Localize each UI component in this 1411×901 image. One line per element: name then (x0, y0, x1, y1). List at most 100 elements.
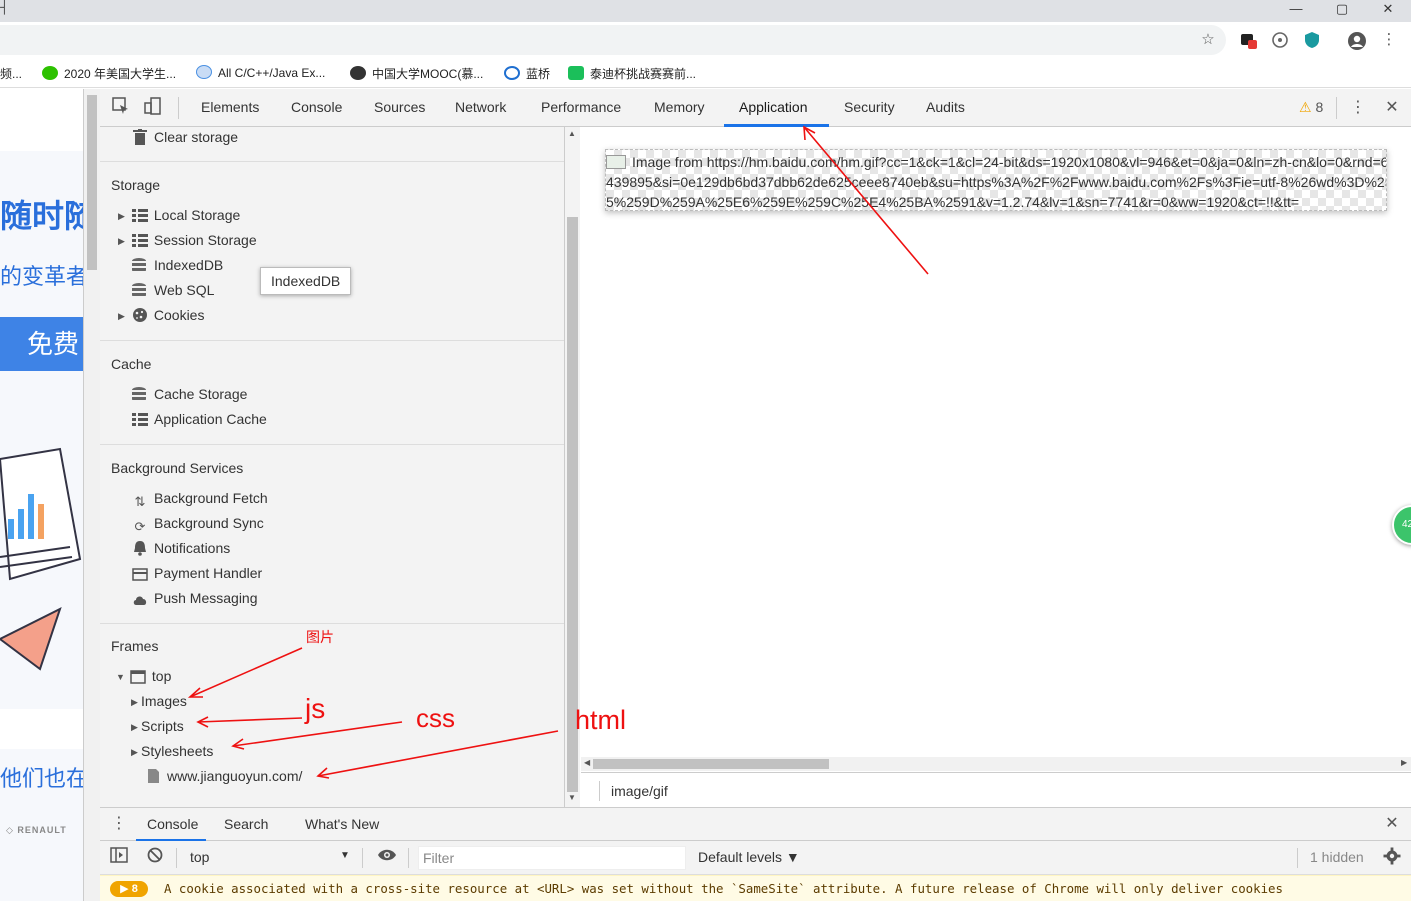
sidebar-item-web-sql[interactable]: Web SQL (132, 280, 214, 300)
drawer-tab-console[interactable]: Console (147, 816, 198, 832)
warning-text: A cookie associated with a cross-site re… (164, 881, 1283, 896)
shield-extension-icon[interactable] (1303, 31, 1321, 49)
frame-top[interactable]: ▼ top (116, 666, 171, 686)
credit-card-icon (132, 568, 148, 584)
maximize-button[interactable]: ▢ (1319, 0, 1365, 22)
inspect-element-icon[interactable] (110, 97, 132, 119)
bookmark-item[interactable]: 中国大学MOOC(慕... (350, 65, 483, 82)
tab-network[interactable]: Network (455, 99, 506, 115)
bookmark-item[interactable]: All C/C++/Java Ex... (196, 65, 325, 80)
preview-horizontal-scrollbar[interactable]: ◀ ▶ (581, 757, 1411, 771)
tab-sources[interactable]: Sources (374, 99, 425, 115)
bookmark-item[interactable]: 泰迪杯挑战赛赛前... (568, 65, 696, 82)
site-cta-button[interactable]: 免费 (0, 317, 83, 371)
close-drawer-icon[interactable]: ✕ (1381, 813, 1403, 835)
devtools-menu-icon[interactable]: ⋮ (1347, 97, 1369, 119)
console-settings-gear-icon[interactable] (1381, 847, 1403, 869)
mime-type: image/gif (611, 783, 668, 799)
clear-storage-item[interactable]: Clear storage (132, 127, 238, 147)
page-scrollbar-thumb[interactable] (87, 95, 97, 270)
up-down-arrows-icon: ⇅ (134, 494, 146, 509)
bookmark-item[interactable]: 蓝桥 (504, 65, 550, 82)
toolbar-divider (408, 848, 409, 868)
titlebar-edge-glyph: ┤ (0, 0, 9, 14)
sidebar-toggle-icon[interactable] (108, 847, 130, 869)
sidebar-item-session-storage[interactable]: ▶ Session Storage (118, 230, 257, 250)
sidebar-item-payment-handler[interactable]: Payment Handler (132, 563, 262, 583)
scroll-left-arrow-icon[interactable]: ◀ (584, 758, 590, 767)
background-services-title: Background Services (111, 460, 244, 476)
wechat-icon (42, 66, 58, 80)
frame-child-stylesheets[interactable]: ▶ Stylesheets (131, 741, 213, 761)
devtools-panel: Elements Console Sources Network Perform… (83, 89, 1411, 901)
sidebar-item-local-storage[interactable]: ▶ Local Storage (118, 205, 240, 225)
cookie-icon (132, 307, 148, 323)
sidebar-item-indexeddb[interactable]: IndexedDB (132, 255, 223, 275)
section-divider (100, 444, 564, 445)
frame-document[interactable]: www.jianguoyun.com/ (145, 766, 302, 786)
sidebar-item-cookies[interactable]: ▶ Cookies (118, 305, 204, 325)
context-selector[interactable]: top ▼ (190, 849, 350, 865)
expand-triangle-icon: ▶ (118, 236, 125, 246)
tab-application[interactable]: Application (739, 99, 808, 115)
expand-triangle-icon: ▶ (131, 747, 138, 757)
address-bar[interactable] (0, 25, 1226, 55)
lanqiao-icon (504, 66, 520, 80)
grid-icon (131, 234, 148, 247)
annotation-css: css (416, 703, 455, 733)
star-bookmark-icon[interactable]: ☆ (1199, 31, 1217, 49)
frame-icon (130, 670, 146, 686)
frame-child-scripts[interactable]: ▶ Scripts (131, 716, 184, 736)
console-filter-input[interactable]: Filter (418, 846, 686, 870)
drawer-tabbar: ⋮ Console Search What's New ✕ (100, 807, 1411, 842)
website-viewport: 随时随 的变革者 免费 他们也在 ◇ RENAULT (0, 89, 83, 901)
tab-elements[interactable]: Elements (201, 99, 259, 115)
warnings-counter[interactable]: ⚠ 8 (1299, 99, 1323, 116)
scroll-down-arrow-icon[interactable]: ▼ (568, 793, 576, 802)
sidebar-item-background-sync[interactable]: ⟳ Background Sync (132, 513, 264, 534)
page-scrollbar[interactable] (84, 89, 100, 901)
database-icon (132, 387, 146, 402)
globe-icon (196, 65, 212, 79)
expand-triangle-icon: ▶ (118, 311, 125, 321)
tab-audits[interactable]: Audits (926, 99, 965, 115)
sidebar-item-background-fetch[interactable]: ⇅ Background Fetch (132, 488, 268, 509)
browser-menu-icon[interactable]: ⋮ (1380, 31, 1398, 49)
site-bottom-line: 他们也在 (0, 766, 83, 791)
drawer-tab-whats-new[interactable]: What's New (305, 816, 379, 832)
tab-security[interactable]: Security (844, 99, 895, 115)
close-window-button[interactable]: ✕ (1365, 0, 1411, 22)
drawer-tab-search[interactable]: Search (224, 816, 268, 832)
tab-performance[interactable]: Performance (541, 99, 621, 115)
bookmarks-bar: 频... 2020 年美国大学生... All C/C++/Java Ex...… (0, 58, 1411, 88)
sidebar-item-cache-storage[interactable]: Cache Storage (132, 384, 247, 404)
preview-scrollbar-thumb[interactable] (593, 759, 829, 769)
frame-child-images[interactable]: ▶ Images (131, 691, 187, 711)
sidebar-item-notifications[interactable]: Notifications (132, 538, 230, 558)
clear-console-icon[interactable] (144, 847, 166, 869)
toolbar-divider (1336, 97, 1337, 119)
profile-avatar-icon[interactable] (1347, 31, 1366, 50)
site-band (0, 709, 83, 749)
toolbar: ☆ ⋮ (0, 22, 1411, 58)
bookmark-item[interactable]: 2020 年美国大学生... (42, 65, 176, 82)
extension-ring-icon[interactable] (1271, 31, 1289, 49)
tab-console[interactable]: Console (291, 99, 342, 115)
extension-icon[interactable] (1239, 31, 1257, 49)
devtools-tabbar: Elements Console Sources Network Perform… (100, 89, 1411, 127)
minimize-button[interactable]: — (1273, 0, 1319, 22)
device-toolbar-icon[interactable] (142, 97, 164, 119)
dropdown-caret-icon: ▼ (340, 850, 350, 861)
sidebar-item-application-cache[interactable]: Application Cache (132, 409, 267, 429)
bookmark-partial[interactable]: 频... (0, 65, 22, 82)
live-expression-eye-icon[interactable] (376, 847, 398, 869)
sidebar-item-push-messaging[interactable]: Push Messaging (132, 588, 258, 608)
scroll-up-arrow-icon[interactable]: ▲ (568, 129, 576, 138)
close-devtools-icon[interactable]: ✕ (1381, 97, 1403, 119)
tab-memory[interactable]: Memory (654, 99, 705, 115)
frames-section-title: Frames (111, 638, 159, 654)
scroll-right-arrow-icon[interactable]: ▶ (1401, 758, 1407, 767)
console-warning-message: ▶ 8 A cookie associated with a cross-sit… (100, 875, 1411, 901)
drawer-menu-icon[interactable]: ⋮ (108, 813, 130, 835)
log-levels-dropdown[interactable]: Default levels ▼ (698, 849, 800, 865)
